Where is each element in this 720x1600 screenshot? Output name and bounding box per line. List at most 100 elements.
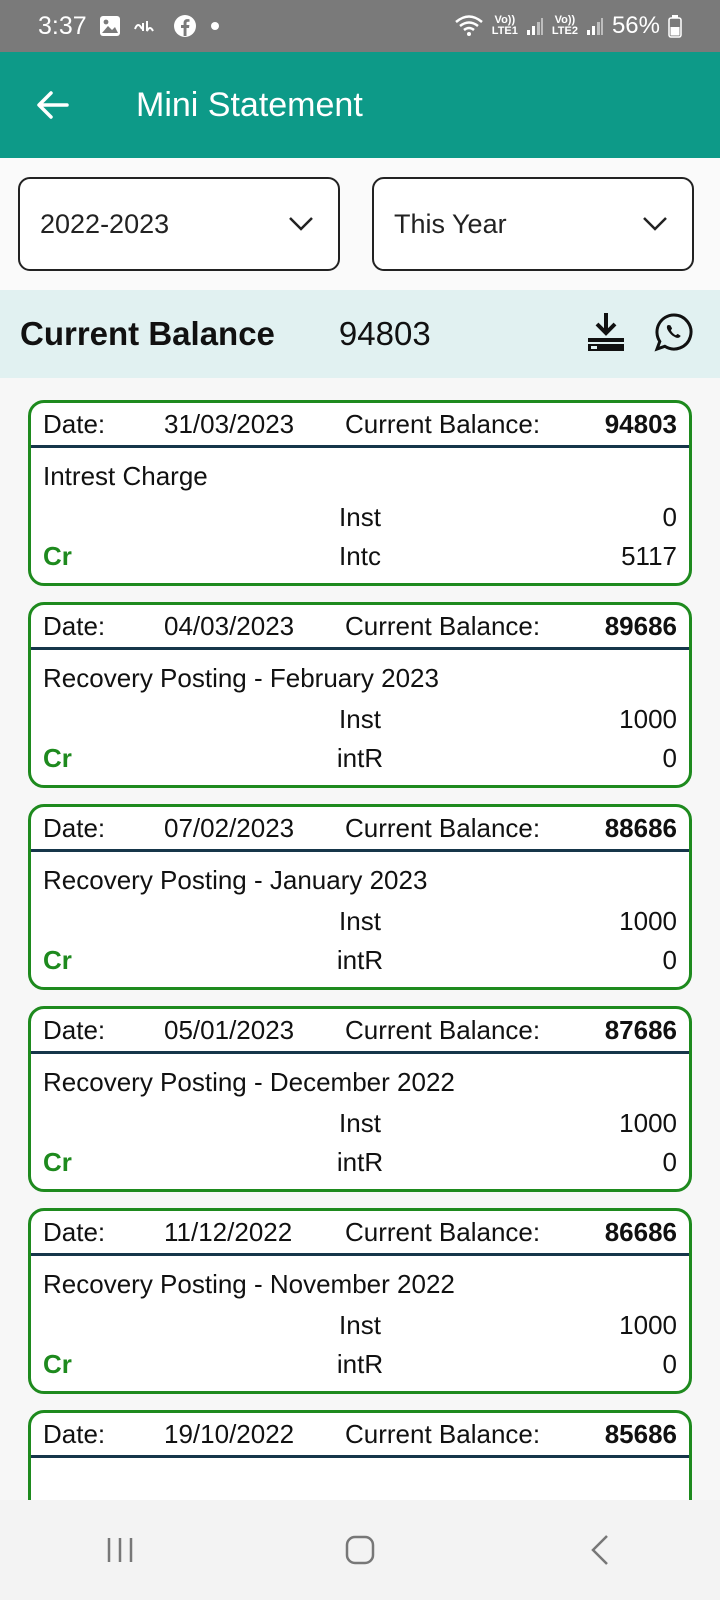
year-dropdown-value: 2022-2023 <box>40 208 170 239</box>
home-icon <box>345 1535 375 1565</box>
inst-label: Inst <box>339 502 381 532</box>
entry-date: 11/12/2022 <box>164 1216 293 1247</box>
credit-badge: Cr <box>43 1147 72 1177</box>
recent-apps-button[interactable] <box>80 1520 160 1580</box>
page-title: Mini Statement <box>136 85 363 124</box>
interest-row: Cr intR 0 <box>31 941 689 980</box>
entry-balance: 88686 <box>604 812 677 843</box>
download-icon <box>588 312 624 351</box>
statement-card[interactable]: Date: 05/01/2023 Current Balance: 87686 … <box>28 1006 692 1192</box>
inst-label: Inst <box>339 704 381 734</box>
status-time: 3:37 <box>38 11 87 40</box>
period-dropdown[interactable]: This Year <box>372 177 694 271</box>
period-dropdown-value: This Year <box>394 208 507 239</box>
sim2-lte-label: LTE2 <box>551 25 578 37</box>
inst-value: 0 <box>662 502 677 532</box>
card-header: Date: 19/10/2022 Current Balance: 85686 <box>31 1413 689 1458</box>
current-balance-label: Current Balance: <box>345 1216 541 1247</box>
current-balance-label: Current Balance: <box>345 1014 541 1045</box>
signal-sim2-icon <box>586 16 604 36</box>
entry-description: Recovery Posting - December 2022 <box>43 1067 455 1097</box>
notification-dot-icon <box>209 20 221 32</box>
interest-label: intR <box>336 743 384 773</box>
battery-icon <box>668 14 682 38</box>
inst-label: Inst <box>339 906 381 936</box>
whatsapp-share-button[interactable] <box>654 312 694 357</box>
inst-row: Inst 1000 <box>31 1104 689 1143</box>
app-notification-icon <box>133 15 161 37</box>
interest-value: 0 <box>662 945 677 975</box>
recent-apps-icon <box>107 1538 133 1562</box>
inst-row: Inst 1000 <box>31 902 689 941</box>
interest-value: 5117 <box>621 541 677 571</box>
statement-card[interactable]: Date: 11/12/2022 Current Balance: 86686 … <box>28 1208 692 1394</box>
entry-date: 04/03/2023 <box>164 610 295 641</box>
sim2-network-label: Vo)) LTE2 <box>552 15 578 37</box>
interest-row: Cr Intc 5117 <box>31 537 689 576</box>
interest-row: Cr intR 0 <box>31 1345 689 1384</box>
sim1-lte-label: LTE1 <box>491 25 518 37</box>
balance-actions <box>586 311 694 358</box>
statement-list[interactable]: Date: 31/03/2023 Current Balance: 94803 … <box>0 378 720 1500</box>
current-balance-label: Current Balance <box>20 315 275 352</box>
card-header: Date: 05/01/2023 Current Balance: 87686 <box>31 1009 689 1054</box>
status-left: 3:37 <box>38 12 221 41</box>
entry-balance: 89686 <box>604 610 677 641</box>
statement-card[interactable]: Date: 07/02/2023 Current Balance: 88686 … <box>28 804 692 990</box>
date-label: Date: <box>43 812 106 843</box>
entry-balance: 94803 <box>604 408 677 439</box>
interest-row: Cr intR 0 <box>31 739 689 778</box>
current-balance-label: Current Balance: <box>345 408 541 439</box>
download-button[interactable] <box>586 311 626 358</box>
nav-back-button[interactable] <box>560 1520 640 1580</box>
inst-value: 1000 <box>619 1310 677 1340</box>
interest-label: intR <box>336 945 384 975</box>
credit-badge: Cr <box>43 541 72 571</box>
year-dropdown[interactable]: 2022-2023 <box>18 177 340 271</box>
entry-date: 31/03/2023 <box>164 408 295 439</box>
inst-value: 1000 <box>619 906 677 936</box>
back-button[interactable] <box>22 75 82 135</box>
entry-description: Recovery Posting - January 2023 <box>43 865 428 895</box>
chevron-left-icon <box>591 1535 608 1565</box>
status-bar: 3:37 Vo)) LTE1 Vo)) LTE2 56% <box>0 0 720 52</box>
home-button[interactable] <box>320 1520 400 1580</box>
battery-percent: 56% <box>611 12 660 39</box>
statement-card[interactable]: Date: 04/03/2023 Current Balance: 89686 … <box>28 602 692 788</box>
inst-value: 1000 <box>619 1108 677 1138</box>
interest-value: 0 <box>662 743 677 773</box>
inst-row: Inst 1000 <box>31 1306 689 1345</box>
signal-sim1-icon <box>526 16 544 36</box>
back-arrow-icon <box>37 91 69 119</box>
entry-date: 19/10/2022 <box>164 1418 295 1449</box>
entry-description: Intrest Charge <box>43 461 208 491</box>
current-balance-label: Current Balance: <box>345 812 541 843</box>
current-balance-value: 94803 <box>338 315 431 352</box>
chevron-down-icon <box>289 217 313 231</box>
gallery-icon <box>99 15 121 37</box>
credit-badge: Cr <box>43 743 72 773</box>
entry-description: Recovery Posting - February 2023 <box>43 663 439 693</box>
current-balance-label: Current Balance: <box>345 1418 541 1449</box>
entry-date: 07/02/2023 <box>164 812 295 843</box>
sim1-network-label: Vo)) LTE1 <box>492 15 518 37</box>
system-nav-bar <box>0 1500 720 1600</box>
current-balance-label: Current Balance: <box>345 610 541 641</box>
inst-label: Inst <box>339 1310 381 1340</box>
date-label: Date: <box>43 1216 106 1247</box>
statement-card[interactable]: Date: 19/10/2022 Current Balance: 85686 <box>28 1410 692 1500</box>
entry-date: 05/01/2023 <box>164 1014 295 1045</box>
entry-balance: 86686 <box>604 1216 677 1247</box>
date-label: Date: <box>43 610 106 641</box>
card-header: Date: 31/03/2023 Current Balance: 94803 <box>31 403 689 448</box>
interest-label: intR <box>336 1147 384 1177</box>
date-label: Date: <box>43 1418 106 1449</box>
statement-card[interactable]: Date: 31/03/2023 Current Balance: 94803 … <box>28 400 692 586</box>
entry-balance: 87686 <box>604 1014 677 1045</box>
card-header: Date: 04/03/2023 Current Balance: 89686 <box>31 605 689 650</box>
interest-label: intR <box>336 1349 384 1379</box>
app-bar: Mini Statement <box>0 52 720 158</box>
date-label: Date: <box>43 408 106 439</box>
wifi-icon <box>454 14 484 38</box>
entry-description: Recovery Posting - November 2022 <box>43 1269 455 1299</box>
